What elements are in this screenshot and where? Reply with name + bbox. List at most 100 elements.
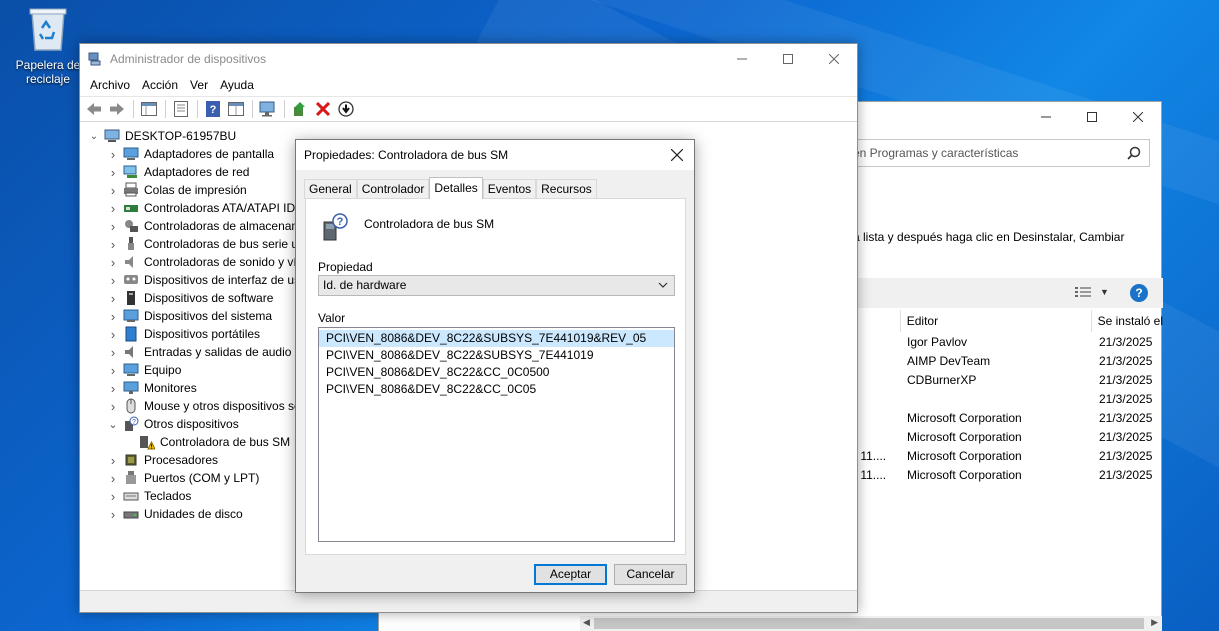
- tab-eventos[interactable]: Eventos: [482, 179, 537, 199]
- forward-button[interactable]: [106, 99, 128, 119]
- table-row[interactable]: AIMP DevTeam 21/3/2025: [853, 351, 1163, 370]
- tree-item[interactable]: ! Controladora de bus SM: [123, 433, 290, 451]
- tree-item[interactable]: › Controladoras ATA/ATAPI IDE: [107, 199, 303, 217]
- maximize-button[interactable]: [765, 44, 811, 74]
- tree-item[interactable]: › Dispositivos de software: [107, 289, 274, 307]
- value-item[interactable]: PCI\VEN_8086&DEV_8C22&SUBSYS_7E441019: [319, 347, 674, 364]
- update-driver-button[interactable]: [289, 99, 311, 119]
- expand-icon[interactable]: ›: [107, 165, 119, 180]
- value-item[interactable]: PCI\VEN_8086&DEV_8C22&CC_0C05: [319, 381, 674, 398]
- expand-icon[interactable]: ›: [107, 309, 119, 324]
- value-item[interactable]: PCI\VEN_8086&DEV_8C22&CC_0C0500: [319, 364, 674, 381]
- expand-icon[interactable]: ›: [107, 255, 119, 270]
- expand-icon[interactable]: ›: [107, 345, 119, 360]
- expand-icon[interactable]: ›: [107, 399, 119, 414]
- expand-icon[interactable]: ›: [107, 381, 119, 396]
- enable-device-button[interactable]: [335, 99, 357, 119]
- help-button[interactable]: ?: [202, 99, 224, 119]
- show-hide-tree-button[interactable]: [138, 99, 160, 119]
- expand-icon[interactable]: ›: [107, 147, 119, 162]
- table-row[interactable]: Igor Pavlov 21/3/2025: [853, 332, 1163, 351]
- dialog-titlebar[interactable]: Propiedades: Controladora de bus SM: [296, 140, 694, 170]
- menu-ver[interactable]: Ver: [184, 78, 214, 92]
- search-icon[interactable]: [1127, 146, 1141, 160]
- menu-accion[interactable]: Acción: [136, 78, 184, 92]
- value-item[interactable]: PCI\VEN_8086&DEV_8C22&SUBSYS_7E441019&RE…: [319, 330, 674, 347]
- tree-item[interactable]: › Procesadores: [107, 451, 218, 469]
- expand-icon[interactable]: ›: [107, 201, 119, 216]
- maximize-button[interactable]: [1069, 102, 1115, 132]
- properties-button[interactable]: [170, 99, 192, 119]
- tree-item[interactable]: › Puertos (COM y LPT): [107, 469, 260, 487]
- value-list[interactable]: PCI\VEN_8086&DEV_8C22&SUBSYS_7E441019&RE…: [318, 327, 675, 542]
- back-button[interactable]: [83, 99, 105, 119]
- tab-detalles[interactable]: Detalles: [429, 177, 483, 199]
- tree-item[interactable]: › Dispositivos de interfaz de usuario: [107, 271, 327, 289]
- menu-ayuda[interactable]: Ayuda: [214, 78, 260, 92]
- collapse-icon[interactable]: ⌄: [107, 418, 119, 431]
- scroll-left-icon[interactable]: ◀: [583, 617, 590, 628]
- tab-recursos[interactable]: Recursos: [536, 179, 597, 199]
- uninstall-device-button[interactable]: [312, 99, 334, 119]
- cancel-button[interactable]: Cancelar: [614, 564, 687, 585]
- tree-root[interactable]: ⌄ DESKTOP-61957BU: [88, 127, 236, 145]
- programs-horizontal-scrollbar[interactable]: ◀ ▶: [580, 616, 1162, 631]
- view-button[interactable]: [225, 99, 247, 119]
- tree-item[interactable]: › Adaptadores de pantalla: [107, 145, 274, 163]
- expand-icon[interactable]: ›: [107, 273, 119, 288]
- tree-item[interactable]: › Unidades de disco: [107, 505, 243, 523]
- view-dropdown-icon[interactable]: ▼: [1100, 287, 1109, 297]
- tree-item[interactable]: › Entradas y salidas de audio: [107, 343, 292, 361]
- close-button[interactable]: [811, 44, 857, 74]
- tree-item[interactable]: › Colas de impresión: [107, 181, 247, 199]
- tab-general[interactable]: General: [304, 179, 357, 199]
- expand-icon[interactable]: ›: [107, 471, 119, 486]
- minimize-button[interactable]: [719, 44, 765, 74]
- table-row[interactable]: 21/3/2025: [853, 389, 1163, 408]
- table-row[interactable]: Microsoft Corporation 21/3/2025: [853, 427, 1163, 446]
- close-button[interactable]: [1115, 102, 1161, 132]
- ok-button[interactable]: Aceptar: [534, 564, 607, 585]
- minimize-button[interactable]: [1023, 102, 1069, 132]
- column-editor[interactable]: Editor: [901, 310, 1092, 332]
- scroll-right-icon[interactable]: ▶: [1151, 617, 1158, 628]
- expand-icon[interactable]: ›: [107, 489, 119, 504]
- column-installed[interactable]: Se instaló el: [1092, 310, 1163, 332]
- help-icon[interactable]: ?: [1130, 284, 1148, 302]
- console-tree-icon: [141, 102, 157, 116]
- expand-icon[interactable]: ›: [107, 291, 119, 306]
- expand-icon[interactable]: ›: [107, 183, 119, 198]
- minimize-icon: [737, 58, 747, 60]
- tree-item[interactable]: › Equipo: [107, 361, 182, 379]
- collapse-icon[interactable]: ⌄: [88, 131, 100, 142]
- scrollbar-thumb[interactable]: [594, 618, 1144, 629]
- table-row[interactable]: Microsoft Corporation 21/3/2025: [853, 408, 1163, 427]
- expand-icon[interactable]: ›: [107, 507, 119, 522]
- dialog-close-button[interactable]: [660, 140, 694, 170]
- tree-item[interactable]: › Dispositivos portátiles: [107, 325, 260, 343]
- tree-item[interactable]: › Monitores: [107, 379, 197, 397]
- tab-controlador[interactable]: Controlador: [356, 179, 430, 199]
- scan-hardware-button[interactable]: [257, 99, 279, 119]
- view-options-icon[interactable]: [1075, 286, 1091, 299]
- table-row[interactable]: CDBurnerXP 21/3/2025: [853, 370, 1163, 389]
- table-row[interactable]: - 11.... Microsoft Corporation 21/3/2025: [853, 465, 1163, 484]
- tree-item[interactable]: › Controladoras de sonido y vídeo: [107, 253, 317, 271]
- properties-dialog[interactable]: Propiedades: Controladora de bus SM Gene…: [295, 139, 695, 593]
- property-select[interactable]: Id. de hardware: [318, 275, 675, 296]
- tree-item[interactable]: › Adaptadores de red: [107, 163, 250, 181]
- tree-item[interactable]: ⌄? Otros dispositivos: [107, 415, 239, 433]
- program-install-date: 21/3/2025: [1099, 353, 1153, 368]
- table-row[interactable]: - 11.... Microsoft Corporation 21/3/2025: [853, 446, 1163, 465]
- expand-icon[interactable]: ›: [107, 327, 119, 342]
- expand-icon[interactable]: ›: [107, 453, 119, 468]
- device-manager-titlebar[interactable]: Administrador de dispositivos: [80, 44, 857, 74]
- menu-archivo[interactable]: Archivo: [84, 78, 136, 92]
- expand-icon[interactable]: ›: [107, 237, 119, 252]
- tree-item[interactable]: › Teclados: [107, 487, 192, 505]
- tree-item[interactable]: › Dispositivos del sistema: [107, 307, 272, 325]
- expand-icon[interactable]: ›: [107, 219, 119, 234]
- programs-search-input[interactable]: en Programas y características: [844, 139, 1150, 167]
- recycle-bin[interactable]: Papelera de reciclaje: [8, 6, 88, 86]
- expand-icon[interactable]: ›: [107, 363, 119, 378]
